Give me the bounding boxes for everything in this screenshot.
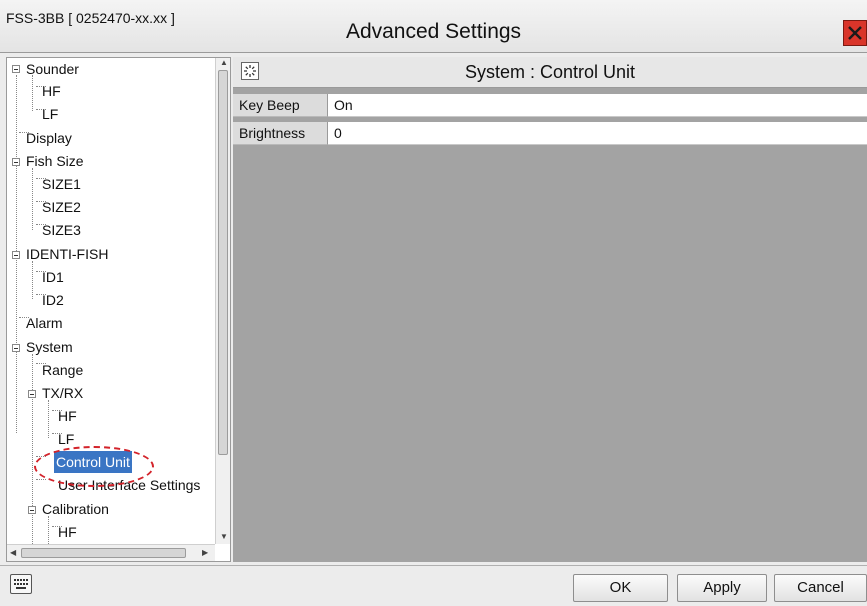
collapse-toggle-identi-fish[interactable]	[12, 251, 20, 259]
dialog-footer: OK Apply Cancel	[0, 565, 867, 606]
tree-item-calibration[interactable]: Calibration	[40, 498, 111, 520]
tree-item-id2[interactable]: ID2	[40, 289, 66, 311]
scroll-down-arrow-icon[interactable]: ▼	[220, 532, 228, 541]
setting-row-brightness[interactable]: Brightness 0	[233, 122, 867, 145]
cancel-button[interactable]: Cancel	[774, 574, 867, 602]
tree-item-alarm[interactable]: Alarm	[24, 312, 65, 334]
tree-item-sounder-lf[interactable]: LF	[40, 103, 60, 125]
tree-vertical-scroll-thumb[interactable]	[218, 70, 228, 455]
panel-header: System : Control Unit	[233, 57, 867, 88]
scroll-up-arrow-icon[interactable]: ▲	[220, 58, 228, 67]
tree-item-id1[interactable]: ID1	[40, 266, 66, 288]
collapse-toggle-sounder[interactable]	[12, 65, 20, 73]
close-button[interactable]	[843, 20, 867, 46]
scroll-right-arrow-icon[interactable]: ▶	[202, 548, 208, 557]
collapse-toggle-tx-rx[interactable]	[28, 390, 36, 398]
panel-title: System : Control Unit	[464, 62, 636, 82]
tree-item-calibration-hf[interactable]: HF	[56, 521, 79, 543]
tree-item-sounder-hf[interactable]: HF	[40, 80, 63, 102]
tree-item-size1[interactable]: SIZE1	[40, 173, 83, 195]
keyboard-icon[interactable]	[10, 574, 32, 594]
tree-item-size3[interactable]: SIZE3	[40, 219, 83, 241]
tree-item-identi-fish[interactable]: IDENTI-FISH	[24, 243, 110, 265]
tree-item-tx-rx-hf[interactable]: HF	[56, 405, 79, 427]
window-title: Advanced Settings	[345, 20, 522, 43]
title-bar: FSS-3BB [ 0252470-xx.xx ] Advanced Setti…	[0, 0, 867, 53]
tree-item-fish-size[interactable]: Fish Size	[24, 150, 86, 172]
tree-item-range[interactable]: Range	[40, 359, 85, 381]
tree-item-size2[interactable]: SIZE2	[40, 196, 83, 218]
setting-label: Key Beep	[233, 94, 328, 117]
collapse-toggle-fish-size[interactable]	[12, 158, 20, 166]
collapse-toggle-system[interactable]	[12, 344, 20, 352]
settings-panel: System : Control Unit Key Beep On Bright…	[233, 57, 867, 562]
selection-highlight-ring	[34, 446, 154, 487]
tree-item-sounder[interactable]: Sounder	[24, 58, 81, 80]
scroll-left-arrow-icon[interactable]: ◀	[10, 548, 16, 557]
advanced-settings-window: FSS-3BB [ 0252470-xx.xx ] Advanced Setti…	[0, 0, 867, 606]
collapse-toggle-calibration[interactable]	[28, 506, 36, 514]
tree-horizontal-scroll-thumb[interactable]	[21, 548, 186, 558]
close-icon	[848, 26, 862, 40]
setting-label: Brightness	[233, 122, 328, 145]
setting-row-key-beep[interactable]: Key Beep On	[233, 94, 867, 117]
tree-item-system[interactable]: System	[24, 336, 75, 358]
tree-vertical-scrollbar[interactable]: ▲ ▼	[215, 58, 230, 544]
tree-item-display[interactable]: Display	[24, 127, 74, 149]
settings-tree: Sounder HF LF Display Fish Size SIZE1 SI…	[6, 57, 231, 562]
apply-button[interactable]: Apply	[677, 574, 767, 602]
ok-button[interactable]: OK	[573, 574, 668, 602]
setting-value[interactable]: 0	[328, 122, 867, 145]
setting-value[interactable]: On	[328, 94, 867, 117]
tree-item-tx-rx[interactable]: TX/RX	[40, 382, 85, 404]
tree-horizontal-scrollbar[interactable]: ◀ ▶	[7, 544, 215, 561]
